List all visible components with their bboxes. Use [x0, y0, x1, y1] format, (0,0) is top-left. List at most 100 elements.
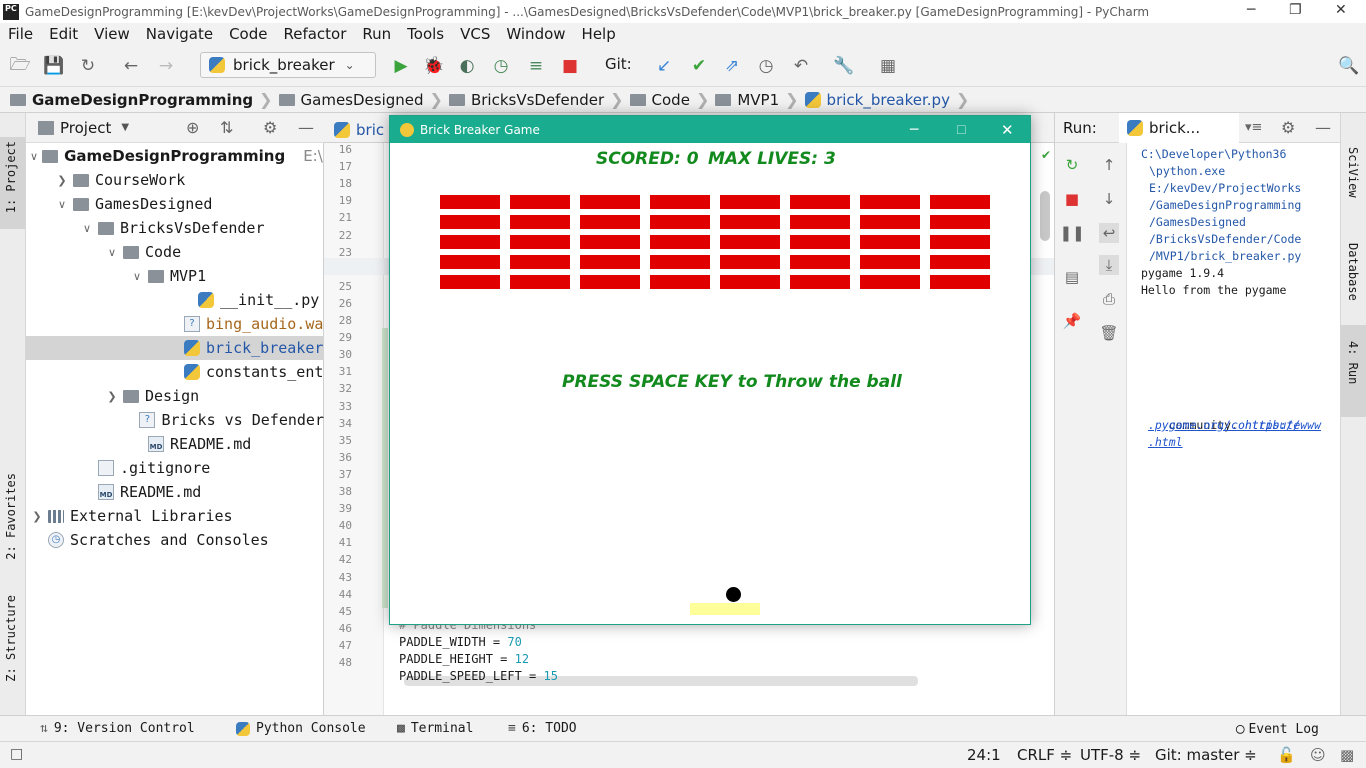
expand-arrow-icon[interactable]: ∨: [130, 270, 144, 283]
breadcrumb-item[interactable]: Code ❯: [629, 90, 709, 109]
gear-icon[interactable]: ⚙: [263, 118, 277, 137]
tree-item[interactable]: MD README.md: [26, 432, 324, 456]
vcs-branch[interactable]: Git: master ≑: [1155, 746, 1257, 764]
gear-icon[interactable]: ⚙: [1281, 118, 1295, 137]
menu-refactor[interactable]: Refactor: [283, 25, 346, 43]
chevron-down-icon[interactable]: ▼: [121, 122, 129, 133]
breadcrumb-item[interactable]: MVP1 ❯: [715, 90, 799, 109]
lock-icon[interactable]: 🔓: [1277, 746, 1296, 764]
menu-window[interactable]: Window: [506, 25, 565, 43]
menu-vcs[interactable]: VCS: [460, 25, 490, 43]
locate-icon[interactable]: ⊕: [186, 118, 199, 137]
inspection-ok-icon[interactable]: ✔: [1041, 148, 1053, 162]
breadcrumb-item[interactable]: GameDesignProgramming ❯: [10, 90, 273, 109]
open-folder-icon[interactable]: 🗁: [9, 55, 31, 77]
caret-position[interactable]: 24:1: [967, 746, 1001, 764]
scroll-up-icon[interactable]: ↑: [1099, 155, 1119, 175]
menu-run[interactable]: Run: [362, 25, 391, 43]
tree-item[interactable]: ❯ Design: [26, 384, 324, 408]
soft-wrap-icon[interactable]: ↩: [1099, 223, 1119, 243]
pause-icon[interactable]: ❚❚: [1059, 223, 1084, 243]
expand-arrow-icon[interactable]: ∨: [55, 198, 69, 211]
python-console-tab[interactable]: Python Console: [236, 721, 366, 736]
tree-item[interactable]: ∨ Code: [26, 240, 324, 264]
menu-edit[interactable]: Edit: [49, 25, 78, 43]
run-tab[interactable]: brick...: [1119, 113, 1239, 143]
tab-list-icon[interactable]: ▾≡: [1245, 120, 1262, 135]
git-commit-icon[interactable]: ✔: [688, 55, 710, 77]
structure-tool-tab[interactable]: Z: Structure: [4, 595, 18, 682]
search-icon[interactable]: 🔍: [1338, 55, 1360, 77]
editor-tab[interactable]: bric: [330, 117, 384, 143]
todo-tab[interactable]: ≡ 6: TODO: [508, 721, 577, 736]
menu-navigate[interactable]: Navigate: [146, 25, 213, 43]
tree-item[interactable]: __init__.py: [26, 288, 324, 312]
tree-item[interactable]: ∨ GamesDesigned: [26, 192, 324, 216]
line-separator[interactable]: CRLF ≑: [1017, 746, 1072, 764]
database-tool-tab[interactable]: Database: [1346, 243, 1360, 301]
hide-panel-icon[interactable]: —: [298, 118, 314, 137]
menu-code[interactable]: Code: [229, 25, 267, 43]
favorites-tool-tab[interactable]: 2: Favorites: [4, 473, 18, 560]
expand-arrow-icon[interactable]: ∨: [30, 150, 38, 163]
breadcrumb-item[interactable]: brick_breaker.py ❯: [804, 90, 969, 109]
tree-item[interactable]: ∨ BricksVsDefender: [26, 216, 324, 240]
structure-icon[interactable]: ▦: [877, 55, 899, 77]
version-control-tab[interactable]: ⇅ 9: Version Control: [40, 721, 195, 736]
tree-item[interactable]: ❯ CourseWork: [26, 168, 324, 192]
code-line[interactable]: PADDLE_HEIGHT = 12: [399, 652, 529, 666]
hide-panel-icon[interactable]: —: [1315, 118, 1331, 137]
git-revert-icon[interactable]: ↶: [790, 55, 812, 77]
restore-window-button[interactable]: ❐: [1289, 2, 1302, 18]
git-history-icon[interactable]: ◷: [755, 55, 777, 77]
collapse-arrow-icon[interactable]: ❯: [30, 510, 44, 523]
print-icon[interactable]: ⎙: [1099, 289, 1119, 309]
expand-arrow-icon[interactable]: ∨: [105, 246, 119, 259]
event-log-tab[interactable]: ◯ Event Log: [1236, 721, 1319, 737]
git-compare-icon[interactable]: ⇗: [721, 55, 743, 77]
tree-item[interactable]: ∨ GameDesignProgramming E:\ke: [26, 144, 324, 168]
coverage-icon[interactable]: ◐: [456, 55, 478, 77]
rerun-icon[interactable]: ↻: [1062, 155, 1082, 175]
tree-item[interactable]: ? Bricks vs Defender: [26, 408, 324, 432]
sciview-tool-tab[interactable]: SciView: [1346, 147, 1360, 198]
project-tool-tab[interactable]: 1: Project: [4, 141, 18, 213]
layout-icon[interactable]: ▤: [1062, 267, 1082, 287]
save-icon[interactable]: 💾: [43, 55, 65, 77]
toggle-tool-windows-icon[interactable]: □: [10, 746, 23, 762]
back-arrow-icon[interactable]: ←: [120, 55, 142, 77]
console-link[interactable]: .pygame.org/contribute: [1148, 418, 1300, 432]
tree-item[interactable]: brick_breaker.py: [26, 336, 324, 360]
breadcrumb-item[interactable]: GamesDesigned ❯: [278, 90, 443, 109]
project-view-select[interactable]: Project: [60, 119, 111, 137]
tree-item[interactable]: ❯ External Libraries: [26, 504, 324, 528]
collapse-all-icon[interactable]: ⇅: [220, 118, 233, 137]
sync-icon[interactable]: ↻: [77, 55, 99, 77]
inspector-icon[interactable]: ☺: [1310, 746, 1326, 764]
menu-help[interactable]: Help: [582, 25, 616, 43]
close-window-button[interactable]: ✕: [1335, 2, 1347, 18]
collapse-arrow-icon[interactable]: ❯: [105, 390, 119, 403]
terminal-tab[interactable]: ▩ Terminal: [397, 721, 473, 736]
breadcrumb-item[interactable]: BricksVsDefender ❯: [448, 90, 624, 109]
menu-tools[interactable]: Tools: [407, 25, 444, 43]
run-tool-tab[interactable]: 4: Run: [1346, 341, 1360, 384]
expand-arrow-icon[interactable]: ∨: [80, 222, 94, 235]
debug-icon[interactable]: 🐞: [423, 55, 445, 77]
tree-item[interactable]: ◷ Scratches and Consoles: [26, 528, 324, 552]
minimize-window-button[interactable]: ─: [1247, 2, 1255, 18]
trash-icon[interactable]: 🗑: [1099, 323, 1119, 343]
close-game-button[interactable]: ✕: [1001, 121, 1014, 139]
console-link[interactable]: .html: [1148, 435, 1183, 449]
menu-view[interactable]: View: [94, 25, 130, 43]
notifications-icon[interactable]: ▩: [1340, 746, 1354, 764]
code-line[interactable]: PADDLE_WIDTH = 70: [399, 635, 522, 649]
tree-item[interactable]: ? bing_audio.wav: [26, 312, 324, 336]
menu-file[interactable]: File: [8, 25, 33, 43]
collapse-arrow-icon[interactable]: ❯: [55, 174, 69, 187]
run-icon[interactable]: ▶: [390, 55, 412, 77]
tree-item[interactable]: MD README.md: [26, 480, 324, 504]
pin-icon[interactable]: 📌: [1062, 311, 1082, 331]
stop-icon[interactable]: ■: [559, 55, 581, 77]
file-encoding[interactable]: UTF-8 ≑: [1080, 746, 1141, 764]
